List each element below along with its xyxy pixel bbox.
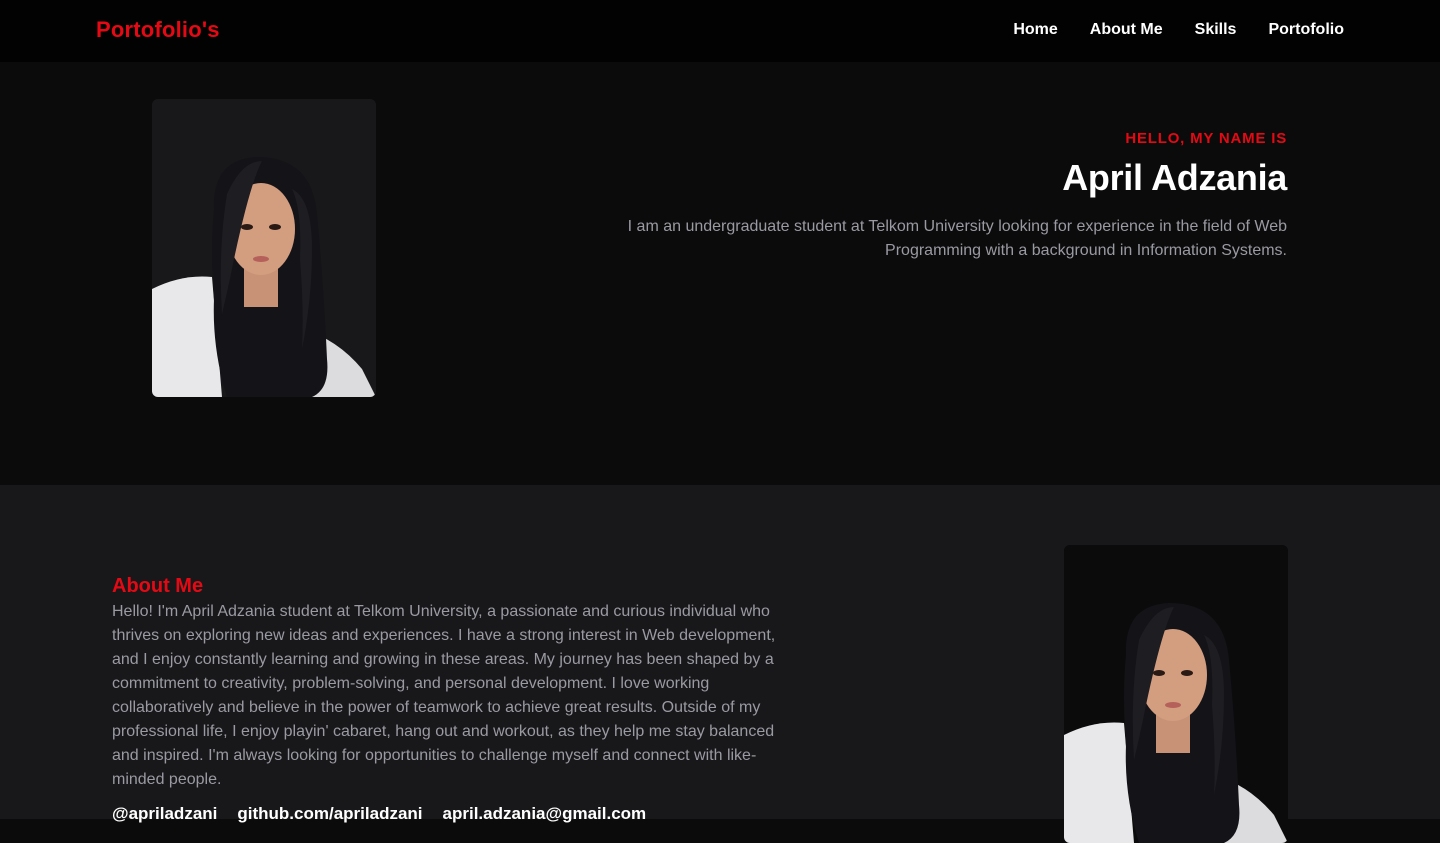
nav-link-skills[interactable]: Skills <box>1195 21 1237 39</box>
hero-profile-photo <box>152 99 376 397</box>
hero-description: I am an undergraduate student at Telkom … <box>627 218 1287 259</box>
hero-name: April Adzania <box>1062 157 1287 198</box>
about-content: About Me Hello! I'm April Adzania studen… <box>112 575 788 824</box>
about-section: About Me Hello! I'm April Adzania studen… <box>0 485 1440 843</box>
contact-github-link[interactable]: github.com/apriladzani <box>237 804 422 824</box>
about-title: About Me <box>112 575 204 597</box>
nav-link-home[interactable]: Home <box>1013 21 1057 39</box>
hero-section: HELLO, MY NAME IS April Adzania I am an … <box>0 62 1440 485</box>
portrait-illustration <box>152 99 376 397</box>
contact-email-link[interactable]: april.adzania@gmail.com <box>443 804 647 824</box>
nav-link-portofolio[interactable]: Portofolio <box>1268 21 1344 39</box>
contact-links: @apriladzani github.com/apriladzani apri… <box>112 804 788 824</box>
hero-intro: HELLO, MY NAME IS April Adzania I am an … <box>627 130 1288 263</box>
about-body: Hello! I'm April Adzania student at Telk… <box>112 603 776 788</box>
contact-instagram-link[interactable]: @apriladzani <box>112 804 217 824</box>
portrait-illustration <box>1064 545 1288 843</box>
hero-greeting: HELLO, MY NAME IS <box>1125 130 1287 147</box>
about-profile-photo <box>1064 545 1288 843</box>
nav-links: Home About Me Skills Portofolio <box>1013 21 1344 39</box>
brand-logo-link[interactable]: Portofolio's <box>96 17 220 43</box>
navbar: Portofolio's Home About Me Skills Portof… <box>0 0 1440 62</box>
nav-link-about-me[interactable]: About Me <box>1090 21 1163 39</box>
